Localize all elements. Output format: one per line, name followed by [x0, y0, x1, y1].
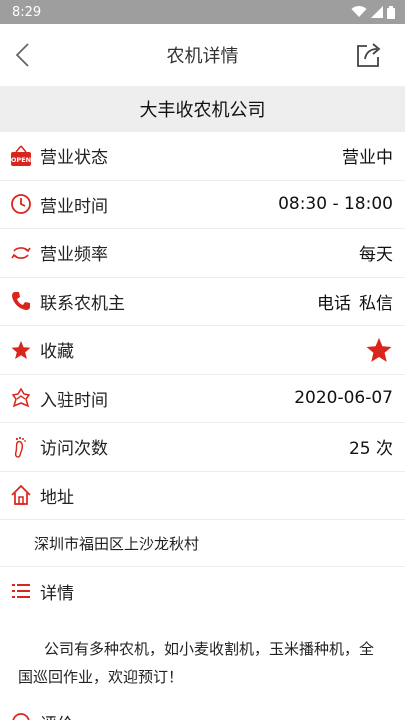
review-icon: [10, 711, 32, 720]
home-icon: [10, 484, 32, 506]
join-date-value: 2020-06-07: [294, 388, 393, 409]
address-value: 深圳市福田区上沙龙秋村: [0, 520, 405, 567]
row-business-status: OPEN 营业状态 营业中: [0, 132, 405, 181]
star-icon: [10, 339, 32, 361]
row-reviews: 评价: [0, 705, 405, 720]
address-label: 地址: [40, 487, 74, 508]
contact-owner-label: 联系农机主: [40, 293, 125, 314]
visit-count-value: 25 次: [348, 439, 393, 460]
row-address: 地址: [0, 472, 405, 520]
company-name-bar: 大丰收农机公司: [0, 86, 405, 132]
join-date-label: 入驻时间: [40, 390, 108, 411]
row-favorite: 收藏: [0, 326, 405, 375]
details-label: 详情: [40, 583, 74, 604]
row-contact-owner: 联系农机主 电话 私信: [0, 278, 405, 326]
visit-count-label: 访问次数: [40, 439, 108, 460]
back-icon[interactable]: [12, 42, 36, 68]
business-frequency-label: 营业频率: [40, 245, 108, 266]
signal-icon: [371, 6, 383, 18]
business-hours-label: 营业时间: [40, 196, 108, 217]
phone-icon: [10, 290, 32, 312]
contact-actions: 电话 私信: [317, 289, 393, 314]
page-title: 农机详情: [166, 46, 239, 67]
open-sign-icon: OPEN: [10, 145, 32, 167]
message-link[interactable]: 私信: [359, 294, 393, 314]
battery-icon: [387, 5, 395, 19]
status-time: 8:29: [12, 4, 42, 20]
list-icon: [10, 580, 32, 602]
share-icon[interactable]: [355, 41, 383, 69]
favorite-label: 收藏: [40, 342, 74, 363]
title-bar: 农机详情: [0, 24, 405, 86]
status-icons: [351, 5, 395, 19]
business-frequency-value: 每天: [359, 245, 393, 266]
row-visit-count: 访问次数 25 次: [0, 423, 405, 472]
business-status-value: 营业中: [342, 148, 393, 169]
row-details: 详情: [0, 567, 405, 615]
svg-text:OPEN: OPEN: [11, 156, 31, 164]
wifi-icon: [351, 6, 367, 18]
favorite-star-icon: [366, 337, 392, 362]
row-business-hours: 营业时间 08:30 - 18:00: [0, 181, 405, 229]
business-status-label: 营业状态: [40, 148, 108, 169]
footprint-icon: [10, 436, 32, 458]
details-description: 公司有多种农机，如小麦收割机，玉米播种机，全国巡回作业，欢迎预订！: [18, 640, 375, 686]
phone-link[interactable]: 电话: [317, 294, 351, 314]
cycle-icon: [10, 242, 32, 264]
clock-icon: [10, 193, 32, 215]
row-join-date: 入驻时间 2020-06-07: [0, 375, 405, 423]
favorite-star-button[interactable]: [365, 336, 393, 364]
reviews-label: 评价: [40, 715, 74, 720]
company-name: 大丰收农机公司: [139, 100, 266, 121]
row-business-frequency: 营业频率 每天: [0, 229, 405, 278]
handshake-icon: [10, 387, 32, 409]
business-hours-value: 08:30 - 18:00: [278, 194, 393, 215]
status-bar: 8:29: [0, 0, 405, 24]
